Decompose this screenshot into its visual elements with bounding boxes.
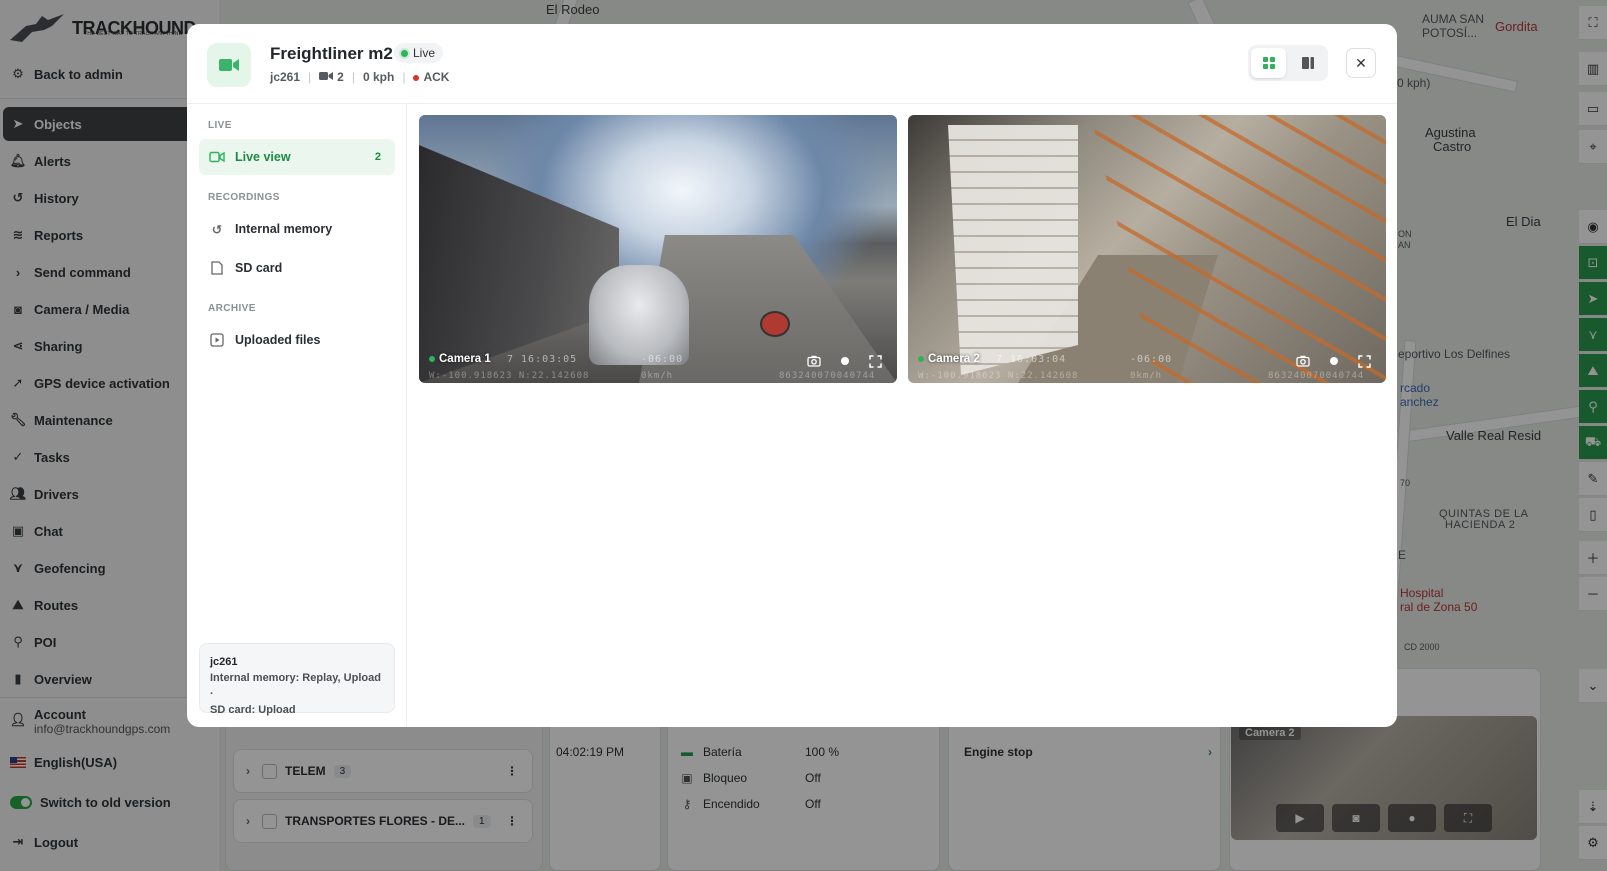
- camera-count: 2: [319, 70, 344, 84]
- ack-status: ACK: [413, 70, 449, 84]
- fullscreen-icon: [869, 354, 882, 368]
- uploaded-files-label: Uploaded files: [235, 333, 321, 347]
- vehicle-meta: jc261 | 2 | 0 kph | ACK: [270, 70, 449, 84]
- uploaded-files-item[interactable]: Uploaded files: [199, 322, 395, 358]
- video-camera-icon: [319, 70, 334, 84]
- sd-card-label: SD card: [235, 261, 283, 275]
- camera-coords: W:-100.918623 N:22.142608: [918, 371, 1079, 381]
- modal-title: Freightliner m2: [270, 44, 393, 63]
- live-status-label: Live: [413, 46, 436, 60]
- layout-toggle: [1248, 45, 1328, 81]
- camera-feed[interactable]: 7 16:03:05 -06:00 W:-100.918623 N:22.142…: [419, 115, 897, 383]
- modal-header: Freightliner m2 Live jc261 | 2 | 0 kph |…: [187, 24, 1397, 104]
- live-dot-icon: [401, 49, 408, 57]
- close-button[interactable]: ✕: [1346, 48, 1376, 78]
- record-icon: [1329, 357, 1338, 365]
- info-device-id: jc261: [210, 656, 238, 668]
- camera-feed[interactable]: 7 16:03:04 -06:00 W:-100.918623 N:22.142…: [908, 115, 1386, 383]
- meta-separator: |: [308, 70, 312, 84]
- camera-count-value: 2: [337, 70, 344, 84]
- record-button[interactable]: [831, 349, 858, 373]
- info-line: Internal memory: Replay, Upload ·: [210, 672, 381, 700]
- feed-car: [589, 265, 689, 365]
- camera-coords: W:-100.918623 N:22.142608: [429, 371, 590, 381]
- grid-icon: [1262, 57, 1275, 69]
- internal-memory-label: Internal memory: [235, 222, 333, 236]
- record-icon: [840, 357, 849, 365]
- fullscreen-button[interactable]: [862, 349, 889, 373]
- play-file-icon: [209, 332, 225, 348]
- live-dot-icon: [429, 356, 435, 362]
- single-view-button[interactable]: [1290, 48, 1325, 78]
- camera-timezone: -06:00: [641, 354, 684, 365]
- camera-label: Camera 1: [429, 353, 491, 365]
- info-line: SD card: Upload: [210, 704, 296, 716]
- grid-view-button[interactable]: [1251, 48, 1286, 78]
- live-dot-icon: [918, 356, 924, 362]
- camera-name: Camera 1: [439, 353, 491, 365]
- video-camera-icon: [209, 149, 225, 165]
- camera-modal: Freightliner m2 Live jc261 | 2 | 0 kph |…: [187, 24, 1397, 727]
- camera-timezone: -06:00: [1130, 354, 1173, 365]
- section-label-recordings: RECORDINGS: [208, 192, 280, 203]
- ack-dot-icon: [413, 75, 420, 81]
- modal-sidebar: LIVE Live view 2 RECORDINGS ↺ Internal m…: [187, 104, 407, 727]
- live-status-badge: Live: [394, 43, 444, 63]
- snapshot-button[interactable]: [1289, 349, 1316, 373]
- live-view-item[interactable]: Live view 2: [199, 139, 395, 175]
- section-label-archive: ARCHIVE: [208, 303, 256, 314]
- ack-label: ACK: [423, 70, 450, 84]
- device-capabilities-box: jc261 Internal memory: Replay, Upload · …: [199, 643, 395, 716]
- file-icon: [209, 260, 225, 276]
- fullscreen-button[interactable]: [1351, 349, 1378, 373]
- camera-name: Camera 2: [928, 353, 980, 365]
- feed-pallets: [948, 125, 1078, 375]
- video-camera-icon: [207, 43, 251, 87]
- sd-card-item[interactable]: SD card: [199, 250, 395, 286]
- live-view-count: 2: [374, 151, 381, 163]
- history-icon: ↺: [211, 222, 223, 237]
- fullscreen-icon: [1358, 354, 1371, 368]
- camera-icon: [806, 355, 821, 367]
- record-button[interactable]: [1320, 349, 1347, 373]
- camera-controls: [1289, 349, 1378, 373]
- snapshot-button[interactable]: [800, 349, 827, 373]
- camera-icon: [1295, 355, 1310, 367]
- camera-label: Camera 2: [918, 353, 980, 365]
- camera-timestamp: 7 16:03:04: [996, 354, 1067, 365]
- internal-memory-item[interactable]: ↺ Internal memory: [199, 211, 395, 247]
- feed-mirror: [760, 311, 790, 337]
- camera-speed: 0km/h: [1130, 371, 1163, 381]
- live-view-label: Live view: [235, 150, 291, 164]
- camera-timestamp: 7 16:03:05: [507, 354, 578, 365]
- camera-speed: 0km/h: [641, 371, 674, 381]
- meta-separator: |: [351, 70, 355, 84]
- split-view-icon: [1301, 57, 1314, 69]
- vehicle-speed: 0 kph: [362, 70, 395, 84]
- meta-separator: |: [402, 70, 406, 84]
- camera-controls: [800, 349, 889, 373]
- section-label-live: LIVE: [208, 120, 232, 131]
- device-id: jc261: [270, 70, 301, 84]
- close-icon: ✕: [1355, 54, 1367, 71]
